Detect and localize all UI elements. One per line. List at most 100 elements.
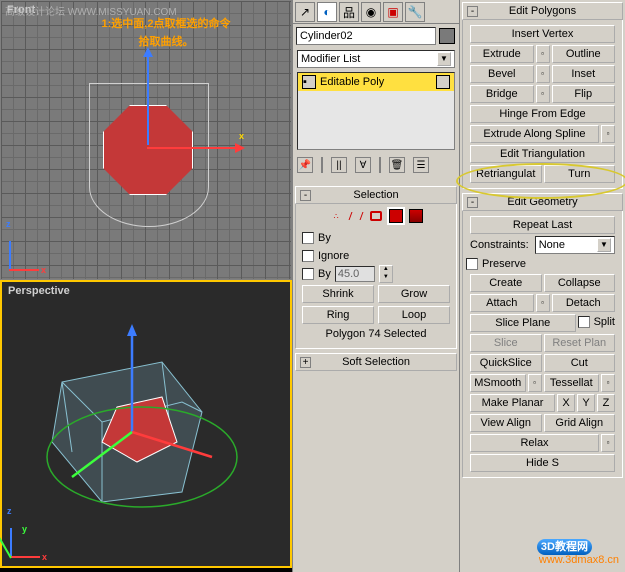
bridge-settings-button[interactable]: ▫ (536, 85, 550, 103)
planar-y-button[interactable]: Y (577, 394, 595, 412)
attach-button[interactable]: Attach (470, 294, 534, 312)
inset-button[interactable]: Inset (552, 65, 616, 83)
msmooth-button[interactable]: MSmooth (470, 374, 526, 392)
collapse-minus-icon[interactable]: - (467, 197, 478, 208)
pin-stack-icon[interactable]: 📌 (297, 157, 313, 173)
dropdown-arrow-icon[interactable]: ▼ (437, 52, 451, 66)
tab-utilities-icon[interactable]: 🔧 (405, 2, 425, 22)
rollout-header-soft-selection[interactable]: + Soft Selection (295, 353, 457, 371)
create-button[interactable]: Create (470, 274, 542, 292)
stack-item-editable-poly[interactable]: ▪ Editable Poly (298, 73, 454, 91)
repeat-last-button[interactable]: Repeat Last (470, 216, 615, 234)
extrude-along-spline-button[interactable]: Extrude Along Spline (470, 125, 599, 143)
grid-align-button[interactable]: Grid Align (544, 414, 616, 432)
extrude-button[interactable]: Extrude (470, 45, 534, 63)
axis-tripod-persp: z x y (10, 518, 50, 558)
gizmo-z-axis[interactable] (147, 55, 149, 145)
planar-x-button[interactable]: X (557, 394, 575, 412)
axis-x (9, 269, 39, 271)
element-level-icon[interactable] (408, 208, 424, 224)
slice-plane-button[interactable]: Slice Plane (470, 314, 576, 332)
rollout-header-edit-polygons[interactable]: - Edit Polygons (462, 2, 623, 20)
by-vertex-checkbox[interactable]: By (302, 230, 450, 246)
make-planar-button[interactable]: Make Planar (470, 394, 555, 412)
planar-z-button[interactable]: Z (597, 394, 615, 412)
edit-rollouts-panel: - Edit Polygons Insert Vertex Extrude▫Ou… (460, 0, 625, 572)
make-unique-icon[interactable]: ∀ (355, 157, 371, 173)
hinge-from-edge-button[interactable]: Hinge From Edge (470, 105, 615, 123)
expand-plus-icon[interactable]: + (300, 357, 311, 368)
edge-level-icon[interactable] (348, 208, 364, 224)
object-name-field[interactable] (296, 27, 436, 45)
collapse-button[interactable]: Collapse (544, 274, 616, 292)
cut-button[interactable]: Cut (544, 354, 616, 372)
annotation: 1:选中面,2点取框选的命令 拾取曲线。 (41, 15, 291, 51)
tab-motion-icon[interactable]: ◉ (361, 2, 381, 22)
collapse-minus-icon[interactable]: - (467, 6, 478, 17)
polygon-level-icon[interactable] (388, 208, 404, 224)
viewport-front[interactable]: Front x z x 高级设计论坛 WWW.MISSYUAN.COM 1:选中… (0, 0, 292, 280)
hide-selected-button[interactable]: Hide S (470, 454, 615, 472)
flip-button[interactable]: Flip (552, 85, 616, 103)
watermark-url: www.3dmax8.cn (539, 554, 619, 566)
tab-hierarchy-icon[interactable]: 品 (339, 2, 359, 22)
outline-button[interactable]: Outline (552, 45, 616, 63)
reset-plane-button: Reset Plan (544, 334, 616, 352)
quickslice-button[interactable]: QuickSlice (470, 354, 542, 372)
retriangulate-button[interactable]: Retriangulat (470, 165, 542, 183)
ignore-backfacing-checkbox[interactable]: Ignore (302, 248, 450, 264)
object-color-swatch[interactable] (439, 28, 455, 44)
modifier-list-dropdown[interactable]: Modifier List ▼ (297, 50, 455, 68)
stack-item-toggle[interactable] (436, 75, 450, 89)
dropdown-arrow-icon[interactable]: ▼ (597, 238, 611, 252)
tab-modify-icon[interactable]: ◐ (317, 2, 337, 22)
rollout-selection: - Selection ∴ By Ignore By ▲▼ (295, 186, 457, 349)
turn-button[interactable]: Turn (544, 165, 616, 183)
preserve-label: Preserve (482, 258, 526, 270)
msmooth-settings-button[interactable]: ▫ (528, 374, 542, 392)
extrude-settings-button[interactable]: ▫ (536, 45, 550, 63)
command-panel-tabs: ↗ ◐ 品 ◉ ▣ 🔧 (293, 0, 459, 24)
collapse-minus-icon[interactable]: - (300, 190, 311, 201)
tab-display-icon[interactable]: ▣ (383, 2, 403, 22)
edit-triangulation-button[interactable]: Edit Triangulation (470, 145, 615, 163)
shrink-button[interactable]: Shrink (302, 285, 374, 303)
by-angle-checkbox[interactable]: By ▲▼ (302, 266, 450, 282)
extrude-spline-settings-button[interactable]: ▫ (601, 125, 615, 143)
by-angle-field (335, 266, 375, 282)
bridge-button[interactable]: Bridge (470, 85, 534, 103)
relax-settings-button[interactable]: ▫ (601, 434, 615, 452)
bevel-settings-button[interactable]: ▫ (536, 65, 550, 83)
ring-button[interactable]: Ring (302, 306, 374, 324)
rollout-header-selection[interactable]: - Selection (295, 186, 457, 204)
view-align-button[interactable]: View Align (470, 414, 542, 432)
border-level-icon[interactable] (368, 208, 384, 224)
split-checkbox[interactable] (578, 316, 590, 328)
viewport-column: Front x z x 高级设计论坛 WWW.MISSYUAN.COM 1:选中… (0, 0, 292, 572)
grow-button[interactable]: Grow (378, 285, 450, 303)
viewport-perspective[interactable]: Perspective z x y (0, 280, 292, 568)
rollout-title: Selection (353, 189, 398, 201)
tessellate-button[interactable]: Tessellat (544, 374, 600, 392)
modify-panel: ↗ ◐ 品 ◉ ▣ 🔧 Modifier List ▼ ▪ Editable P… (292, 0, 460, 572)
remove-modifier-icon[interactable]: 🗑 (389, 157, 405, 173)
attach-list-button[interactable]: ▫ (536, 294, 550, 312)
modifier-stack[interactable]: ▪ Editable Poly (297, 72, 455, 150)
expand-icon[interactable]: ▪ (302, 75, 316, 89)
preserve-uv-checkbox[interactable]: Preserve (466, 256, 619, 272)
tab-create-icon[interactable]: ↗ (295, 2, 315, 22)
configure-icon[interactable]: ☰ (413, 157, 429, 173)
gizmo-x-arrowhead (235, 143, 245, 153)
constraints-dropdown[interactable]: None▼ (535, 236, 615, 254)
loop-button[interactable]: Loop (378, 306, 450, 324)
watermark-bottom: 3D教程网 www.3dmax8.cn (537, 538, 619, 566)
tessellate-settings-button[interactable]: ▫ (601, 374, 615, 392)
rollout-header-edit-geometry[interactable]: - Edit Geometry (462, 193, 623, 211)
relax-button[interactable]: Relax (470, 434, 599, 452)
insert-vertex-button[interactable]: Insert Vertex (470, 25, 615, 43)
show-result-icon[interactable]: || (331, 157, 347, 173)
vertex-level-icon[interactable]: ∴ (328, 208, 344, 224)
bevel-button[interactable]: Bevel (470, 65, 534, 83)
gizmo-x-axis[interactable] (147, 147, 237, 149)
detach-button[interactable]: Detach (552, 294, 616, 312)
